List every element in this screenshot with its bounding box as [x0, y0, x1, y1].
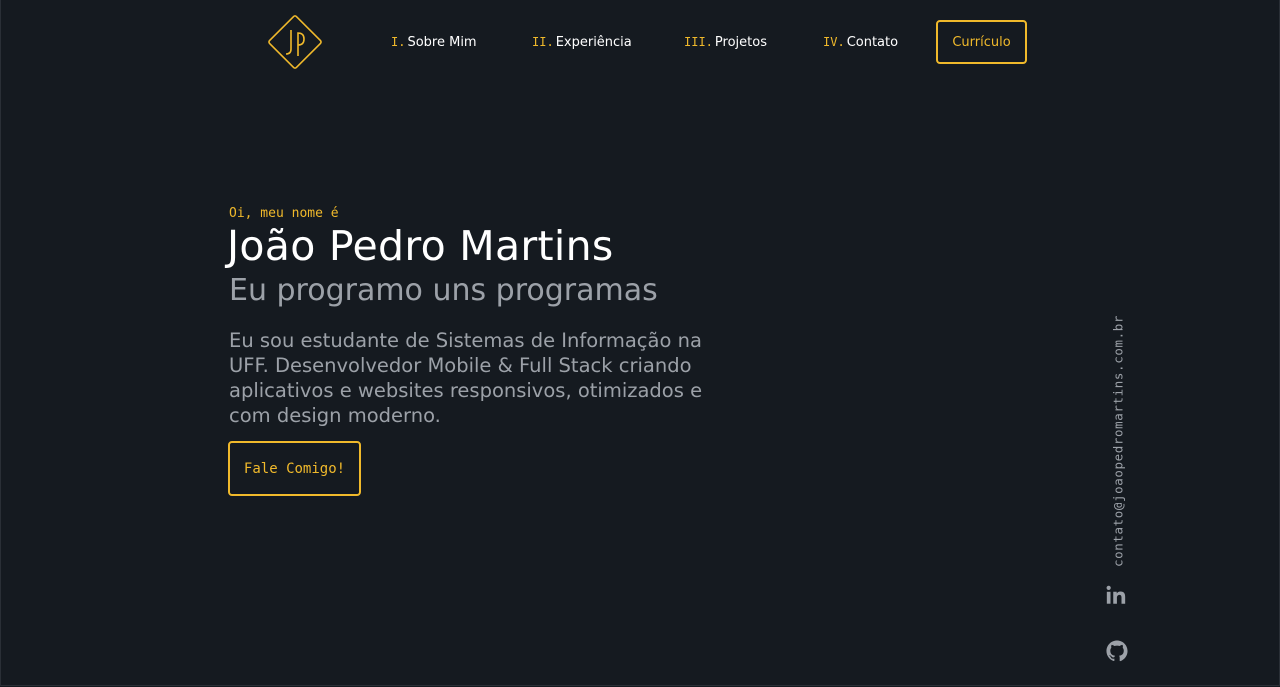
nav-item-experiencia[interactable]: II. Experiência [532, 35, 632, 50]
linkedin-icon[interactable] [1105, 584, 1127, 606]
nav-label: Sobre Mim [407, 35, 477, 50]
nav-label: Experiência [555, 35, 632, 50]
nav-number: II. [532, 35, 554, 49]
nav-label: Contato [846, 35, 899, 50]
tagline: Eu programo uns programas [229, 273, 658, 308]
description: Eu sou estudante de Sistemas de Informaç… [229, 329, 703, 427]
nav-number: I. [391, 35, 406, 49]
nav-item-projetos[interactable]: III. Projetos [684, 35, 767, 50]
logo-icon[interactable] [264, 11, 326, 73]
page-title: João Pedro Martins [227, 222, 614, 270]
nav-item-contato[interactable]: IV. Contato [823, 35, 898, 50]
nav-number: III. [684, 35, 713, 49]
greeting-text: Oi, meu nome é [229, 206, 339, 221]
nav-number: IV. [823, 35, 845, 49]
nav-label: Projetos [714, 35, 767, 50]
email-link[interactable]: contato@joaopedromartins.com.br [1111, 315, 1126, 567]
resume-button[interactable]: Currículo [936, 20, 1027, 64]
github-icon[interactable] [1106, 640, 1128, 662]
nav-item-sobre-mim[interactable]: I. Sobre Mim [391, 35, 477, 50]
contact-me-button[interactable]: Fale Comigo! [228, 441, 361, 496]
